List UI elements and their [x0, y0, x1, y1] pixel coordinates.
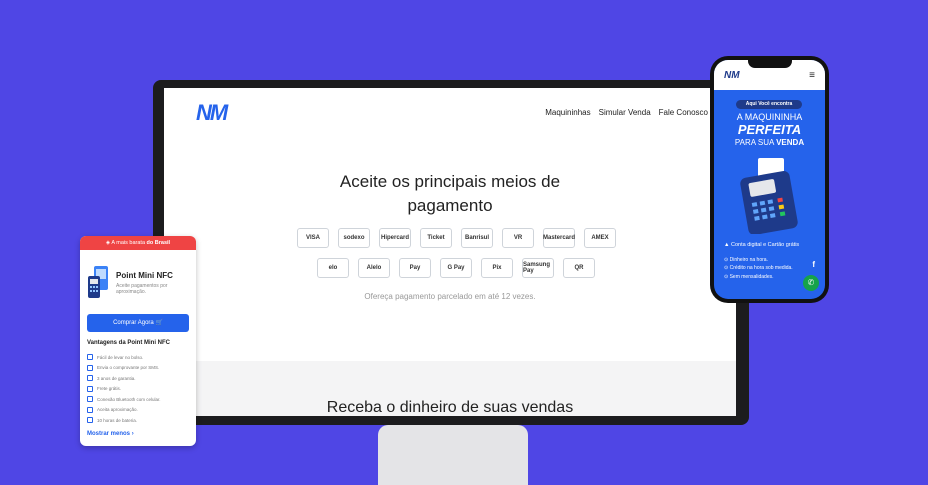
payment-mastercard: Mastercard — [543, 228, 575, 248]
nav-links: Maquininhas Simular Venda Fale Conosco — [545, 108, 708, 117]
product-card: ◈ A mais barata do Brasil Point Mini NFC… — [80, 236, 196, 446]
point-device-icon — [88, 266, 108, 298]
hamburger-icon[interactable]: ≡ — [809, 70, 815, 81]
phone-headline-3: PARA SUA VENDA — [734, 138, 805, 147]
phone-feature-3: ⊙ Crédito na hora sob medida. — [724, 265, 793, 271]
card-top-banner: ◈ A mais barata do Brasil — [80, 236, 196, 250]
pocket-icon — [87, 354, 93, 361]
payment-amex: AMEX — [584, 228, 616, 248]
desktop-nav: NM Maquininhas Simular Venda Fale Conosc… — [164, 88, 736, 138]
nfc-icon — [87, 406, 93, 413]
payments-row-1: VISA sodexo Hipercard Ticket Banrisul VR… — [297, 228, 616, 248]
desktop-logo[interactable]: NM — [196, 100, 228, 126]
payment-sodexo: sodexo — [338, 228, 370, 248]
bluetooth-icon — [87, 396, 93, 403]
monitor-stand — [378, 425, 528, 485]
parcel-text: Ofereça pagamento parcelado em até 12 ve… — [364, 292, 536, 301]
phone-feature-4: ⊙ Sem mensalidades. — [724, 274, 774, 280]
payment-elo: elo — [317, 258, 349, 278]
hero-title: Aceite os principais meios de pagamento — [339, 172, 561, 215]
payment-hipercard: Hipercard — [379, 228, 411, 248]
payment-vr: VR — [502, 228, 534, 248]
payment-visa: VISA — [297, 228, 329, 248]
phone-feature-1: ▲ Conta digital e Cartão grátis — [724, 242, 800, 248]
show-less-link[interactable]: Mostrar menos › — [87, 431, 134, 437]
payment-applepay: Pay — [399, 258, 431, 278]
list-item: Envia o comprovante por SMS. — [87, 363, 161, 374]
battery-icon — [87, 417, 93, 424]
advantages-title: Vantagens da Point Mini NFC — [87, 340, 171, 346]
phone-screen: NM ≡ Aqui Você encontra A MAQUININHA PER… — [714, 60, 825, 299]
phone-logo[interactable]: NM — [724, 70, 740, 81]
payment-gpay: G Pay — [440, 258, 472, 278]
section-receive: Receba o dinheiro de suas vendas — [164, 361, 736, 416]
warranty-icon — [87, 375, 93, 382]
advantages-list: Fácil de levar no bolso. Envia o comprov… — [87, 352, 161, 426]
list-item: 3 anos de garantia. — [87, 373, 161, 384]
payment-qr: QR — [563, 258, 595, 278]
payment-alelo: Alelo — [358, 258, 390, 278]
truck-icon — [87, 385, 93, 392]
list-item: Aceita aproximação. — [87, 405, 161, 416]
nav-link-maquininhas[interactable]: Maquininhas — [545, 108, 590, 117]
sms-icon — [87, 364, 93, 371]
payment-banrisul: Banrisul — [461, 228, 493, 248]
payments-row-2: elo Alelo Pay G Pay Pix Samsung Pay QR — [317, 258, 595, 278]
card-machine-illustration — [740, 158, 798, 234]
buy-now-button[interactable]: Comprar Agora 🛒 — [87, 314, 189, 332]
desktop-screen: NM Maquininhas Simular Venda Fale Conosc… — [164, 88, 736, 416]
whatsapp-icon[interactable]: ✆ — [803, 275, 819, 291]
list-item: Fácil de levar no bolso. — [87, 352, 161, 363]
list-item: 10 horas de bateria. — [87, 415, 161, 426]
phone-headline-1: A MAQUININHA — [736, 112, 803, 122]
facebook-icon[interactable]: f — [812, 260, 815, 269]
payment-samsungpay: Samsung Pay — [522, 258, 554, 278]
phone-feature-2: ⊙ Dinheiro na hora. — [724, 257, 768, 263]
phone-headline-2: PERFEITA — [737, 122, 802, 137]
payment-ticket: Ticket — [420, 228, 452, 248]
chevron-right-icon: › — [131, 431, 134, 437]
list-item: Frete grátis. — [87, 384, 161, 395]
list-item: Conexão Bluetooth com celular. — [87, 394, 161, 405]
card-subtitle: Aceite pagamentos por aproximação. — [116, 283, 168, 295]
nav-link-simular[interactable]: Simular Venda — [599, 108, 651, 117]
cart-icon: 🛒 — [155, 320, 163, 326]
nav-link-fale[interactable]: Fale Conosco — [659, 108, 708, 117]
section-receive-title: Receba o dinheiro de suas vendas — [326, 399, 574, 416]
card-title: Point Mini NFC — [116, 271, 173, 280]
phone-notch — [748, 58, 792, 68]
payment-pix: Pix — [481, 258, 513, 278]
phone-badge: Aqui Você encontra — [736, 100, 802, 109]
